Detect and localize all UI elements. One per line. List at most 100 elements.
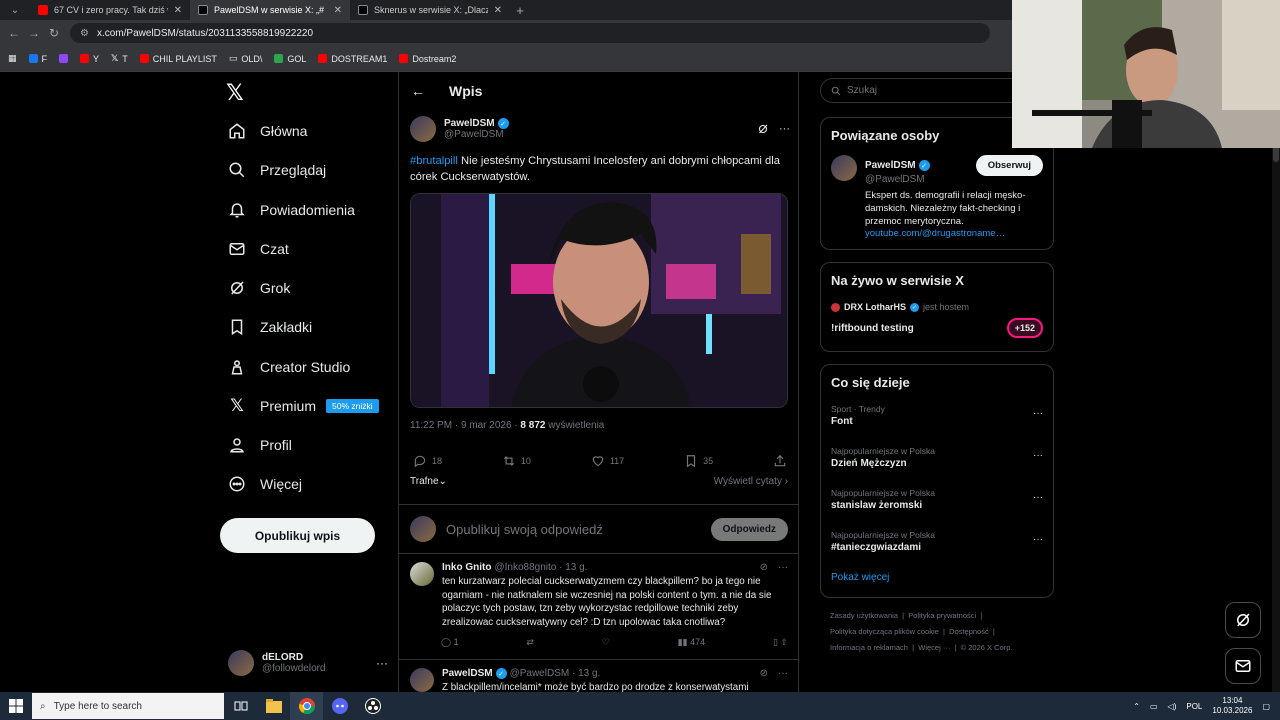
bookmark-item[interactable]: GOL: [274, 54, 306, 64]
trend-item[interactable]: Najpopularniejsze w Polska Dzień Mężczyz…: [821, 442, 1053, 484]
close-tab-icon[interactable]: ✕: [494, 5, 502, 16]
x-logo-icon[interactable]: 𝕏: [226, 80, 244, 106]
views-button[interactable]: ▮▮ 474: [678, 637, 705, 648]
forward-arrow-icon[interactable]: →: [24, 26, 44, 40]
url-bar[interactable]: ⚙ x.com/PawelDSM/status/2031133558819922…: [70, 23, 990, 43]
author-name[interactable]: PawelDSM: [444, 118, 495, 129]
reply-submit-button[interactable]: Odpowiedz: [710, 517, 788, 541]
reply-input[interactable]: Opublikuj swoją odpowiedź: [446, 522, 701, 537]
footer-link[interactable]: Informacja o reklamach: [830, 643, 908, 652]
repost-icon[interactable]: ⇄: [526, 637, 534, 648]
related-avatar[interactable]: [831, 155, 857, 181]
taskbar-search[interactable]: ⌕ Type here to search: [32, 693, 224, 719]
footer-link[interactable]: Więcej ···: [918, 643, 950, 652]
chevron-up-icon[interactable]: ⌃: [1133, 702, 1140, 711]
grok-icon[interactable]: ⊘: [760, 668, 768, 679]
bookmark-item[interactable]: CHIL PLAYLIST: [139, 54, 217, 64]
start-button[interactable]: [0, 692, 32, 720]
reply-button[interactable]: ◯ 1: [441, 637, 459, 648]
footer-link[interactable]: Zasady użytkowania: [830, 611, 898, 620]
network-icon[interactable]: ▭: [1150, 702, 1158, 711]
file-explorer-icon[interactable]: [257, 692, 290, 720]
related-name[interactable]: PawelDSM: [865, 160, 916, 171]
notification-icon[interactable]: ▢: [1262, 702, 1270, 711]
trend-item[interactable]: Najpopularniejsze w Polska #tanieczgwiaz…: [821, 526, 1053, 568]
nav-item-more[interactable]: Więcej: [228, 475, 302, 493]
author-avatar[interactable]: [410, 116, 436, 142]
more-options-icon[interactable]: ···: [778, 562, 788, 573]
bookmark-item[interactable]: F: [28, 54, 47, 64]
site-info-icon[interactable]: ⚙: [80, 28, 89, 39]
close-tab-icon[interactable]: ✕: [174, 5, 182, 16]
nav-item-bookmarks[interactable]: Zakładki: [228, 318, 312, 336]
author-handle[interactable]: @PawelDSM: [444, 129, 509, 140]
bookmark-folder[interactable]: ▭ OLD\: [229, 53, 263, 64]
more-options-icon[interactable]: ···: [1033, 534, 1043, 545]
discord-icon[interactable]: [323, 692, 356, 720]
commenter-name[interactable]: PawelDSM: [442, 668, 493, 679]
nav-item-chat[interactable]: Czat: [228, 240, 289, 258]
more-options-icon[interactable]: ···: [376, 656, 388, 670]
bookmark-item[interactable]: Y: [80, 54, 99, 64]
task-view-icon[interactable]: [224, 692, 257, 720]
live-listeners-badge[interactable]: +152: [1006, 318, 1043, 338]
comment-item[interactable]: PawelDSM ✓ @PawelDSM · 13 g. ⊘ ··· Z blac…: [399, 660, 798, 692]
footer-link[interactable]: Polityka prywatności: [908, 611, 976, 620]
post-timestamp[interactable]: 11:22 PM · 9 mar 2026 ·: [410, 420, 520, 431]
browser-tab[interactable]: 67 CV i zero pracy. Tak dziś wyg ✕: [30, 0, 190, 20]
live-host-name[interactable]: DRX LotharHS: [844, 302, 906, 312]
page-scrollbar[interactable]: [1272, 72, 1280, 692]
grok-icon[interactable]: ⊘: [760, 562, 768, 573]
more-options-icon[interactable]: ···: [1033, 408, 1043, 419]
trend-item[interactable]: Najpopularniejsze w Polska stanislaw żer…: [821, 484, 1053, 526]
nav-item-creator-studio[interactable]: Creator Studio: [228, 358, 350, 376]
chrome-icon[interactable]: [290, 692, 323, 720]
reload-icon[interactable]: ↻: [44, 26, 64, 40]
back-arrow-icon[interactable]: ←: [4, 26, 24, 40]
sort-dropdown[interactable]: Trafne⌄: [410, 476, 447, 487]
back-arrow-icon[interactable]: ←: [411, 83, 425, 99]
bookmark-item[interactable]: [59, 54, 69, 63]
more-options-icon[interactable]: ···: [1033, 450, 1043, 461]
language-indicator[interactable]: POL: [1186, 702, 1202, 711]
commenter-avatar[interactable]: [410, 668, 434, 692]
bookmark-item[interactable]: 𝕏T: [111, 53, 128, 64]
more-options-icon[interactable]: ···: [1033, 492, 1043, 503]
browser-tab[interactable]: Sknerus w serwisie X: „Dlaczeg ✕: [350, 0, 510, 20]
nav-item-home[interactable]: Główna: [228, 122, 307, 140]
messages-fab-button[interactable]: [1225, 648, 1261, 684]
footer-link[interactable]: Dostępność: [949, 627, 989, 636]
like-button[interactable]: 117: [591, 454, 624, 468]
repost-button[interactable]: 10: [502, 454, 531, 468]
nav-item-explore[interactable]: Przeglądaj: [228, 161, 326, 179]
bookmark-button[interactable]: 35: [684, 454, 713, 468]
footer-link[interactable]: Polityka dotycząca plików cookie: [830, 627, 939, 636]
bookmark-item[interactable]: DOSTREAM1: [318, 54, 387, 64]
share-button[interactable]: [773, 454, 787, 468]
nav-item-profile[interactable]: Profil: [228, 436, 292, 454]
browser-tab-active[interactable]: PawelDSM w serwisie X: „# ✕: [190, 0, 350, 20]
tab-search-icon[interactable]: ⌄: [0, 0, 30, 20]
publish-post-button[interactable]: Opublikuj wpis: [220, 518, 375, 553]
obs-icon[interactable]: [356, 692, 389, 720]
grok-fab-button[interactable]: [1225, 602, 1261, 638]
nav-item-notifications[interactable]: Powiadomienia: [228, 201, 355, 219]
volume-icon[interactable]: ◁): [1168, 702, 1177, 711]
reply-button[interactable]: 18: [413, 454, 442, 468]
hashtag-link[interactable]: #brutalpill: [410, 155, 458, 167]
grok-icon[interactable]: [757, 123, 769, 135]
post-video-thumbnail[interactable]: [410, 193, 788, 408]
nav-item-premium[interactable]: 𝕏 Premium 50% zniżki: [228, 396, 379, 415]
trend-item[interactable]: Sport · Trendy Font ···: [821, 400, 1053, 442]
follow-button[interactable]: Obserwuj: [975, 155, 1043, 176]
more-options-icon[interactable]: ···: [778, 668, 788, 679]
view-quotes-link[interactable]: Wyświetl cytaty ›: [714, 476, 788, 487]
comment-item[interactable]: Inko Gnito @Inko88gnito · 13 g. ⊘ ··· ten…: [399, 554, 798, 660]
apps-grid-icon[interactable]: ▦: [8, 53, 17, 64]
commenter-name[interactable]: Inko Gnito: [442, 562, 491, 573]
close-tab-icon[interactable]: ✕: [334, 5, 342, 16]
nav-item-grok[interactable]: Grok: [228, 279, 290, 297]
account-switcher[interactable]: dELORD @followdelord ···: [228, 646, 388, 680]
bookmark-icon[interactable]: ▯ ⇧: [773, 637, 788, 648]
more-options-icon[interactable]: ···: [779, 123, 790, 135]
